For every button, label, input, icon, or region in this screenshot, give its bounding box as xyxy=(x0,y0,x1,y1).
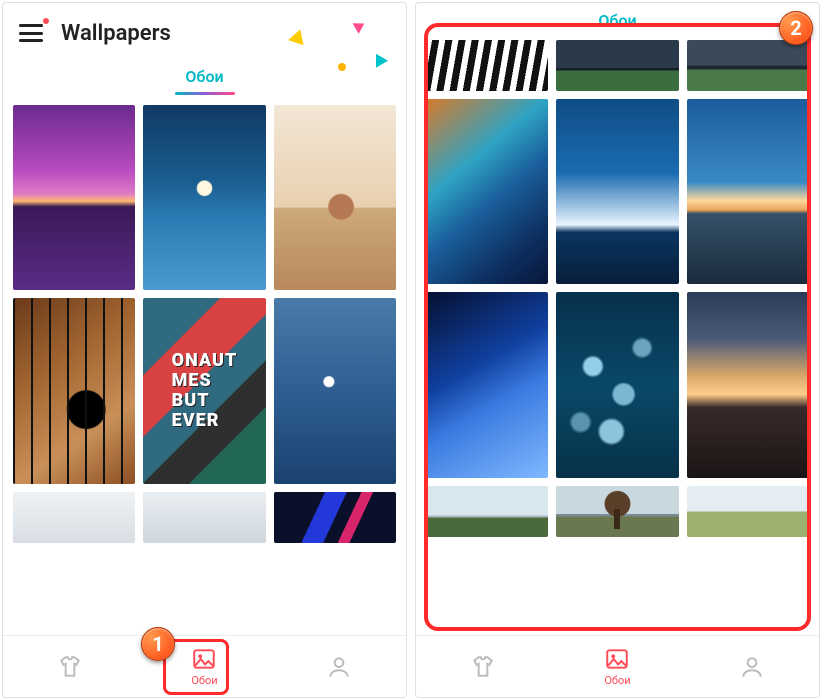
tab-indicator xyxy=(175,92,235,95)
nav-themes[interactable] xyxy=(49,650,91,684)
nav-themes[interactable] xyxy=(462,650,504,684)
wallpaper-thumb[interactable] xyxy=(143,105,265,290)
wallpaper-thumb[interactable] xyxy=(143,492,265,543)
image-icon xyxy=(604,646,630,672)
wallpaper-thumb[interactable] xyxy=(13,105,135,290)
wallpaper-thumb[interactable] xyxy=(274,105,396,290)
tab-wallpapers[interactable]: Обои xyxy=(185,67,223,86)
phone-screen-left: Wallpapers Обои Обои 1 xyxy=(2,2,407,698)
app-header: Wallpapers xyxy=(3,3,406,63)
wallpaper-thumb[interactable] xyxy=(143,298,265,483)
shirt-icon xyxy=(57,654,83,680)
nav-profile[interactable] xyxy=(318,650,360,684)
shirt-icon xyxy=(470,654,496,680)
confetti-icon xyxy=(338,63,346,71)
wallpaper-thumb[interactable] xyxy=(13,298,135,483)
bottom-nav: Обои xyxy=(416,635,819,697)
menu-icon[interactable] xyxy=(19,24,43,42)
annotation-highlight-2 xyxy=(424,23,811,631)
nav-label: Обои xyxy=(604,674,630,687)
confetti-icon xyxy=(288,27,308,45)
person-icon xyxy=(739,654,765,680)
phone-screen-right: Обои Обои 2 xyxy=(415,2,820,698)
nav-profile[interactable] xyxy=(731,650,773,684)
page-title: Wallpapers xyxy=(61,21,171,46)
annotation-marker-2: 2 xyxy=(779,11,813,45)
annotation-marker-1: 1 xyxy=(141,627,175,661)
category-tabs: Обои xyxy=(3,63,406,105)
confetti-icon xyxy=(353,18,368,33)
wallpaper-thumb[interactable] xyxy=(13,492,135,543)
person-icon xyxy=(326,654,352,680)
wallpaper-thumb[interactable] xyxy=(274,298,396,483)
nav-wallpapers[interactable]: Обои xyxy=(596,642,638,691)
wallpaper-thumb[interactable] xyxy=(274,492,396,543)
wallpaper-grid xyxy=(3,105,406,635)
